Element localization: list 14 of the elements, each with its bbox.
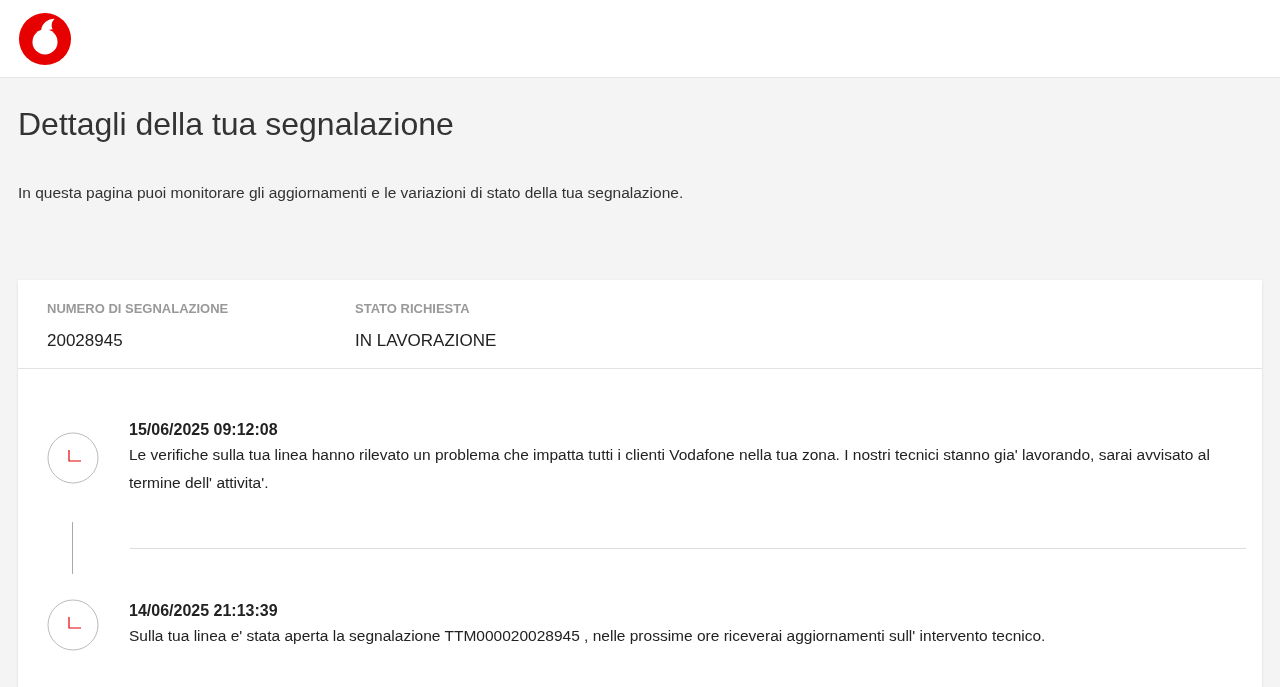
clock-icon — [47, 432, 99, 484]
logo-icon[interactable] — [18, 11, 72, 66]
field-label: STATO RICHIESTA — [355, 300, 471, 318]
page-title: Dettagli della tua segnalazione — [18, 105, 455, 144]
timeline-connector — [72, 522, 73, 574]
field-label: NUMERO DI SEGNALAZIONE — [47, 300, 230, 318]
field-value: IN LAVORAZIONE — [355, 330, 498, 352]
clock-icon — [47, 599, 99, 651]
update-timestamp: 14/06/2025 21:13:39 — [129, 601, 279, 621]
page-description: In questa pagina puoi monitorare gli aggiornamenti e le variazioni di stato della tua segnalazione. — [18, 183, 685, 203]
field-value: 20028945 — [47, 330, 124, 352]
update-message: Sulla tua linea e' stata aperta la segnalazione TTM000020028945 , nelle prossime ore riceverai aggiornamenti sull' intervento tecnico. — [129, 626, 1047, 646]
update-timestamp: 15/06/2025 09:12:08 — [129, 420, 279, 440]
update-message: Le verifiche sulla tua linea hanno rilevato un problema che impatta tutti i clienti Vodafone nella tua zona. I nostri tecnici stanno gia' lavorando, sarai avvisato al termine dell' attivita'. — [129, 445, 1211, 493]
